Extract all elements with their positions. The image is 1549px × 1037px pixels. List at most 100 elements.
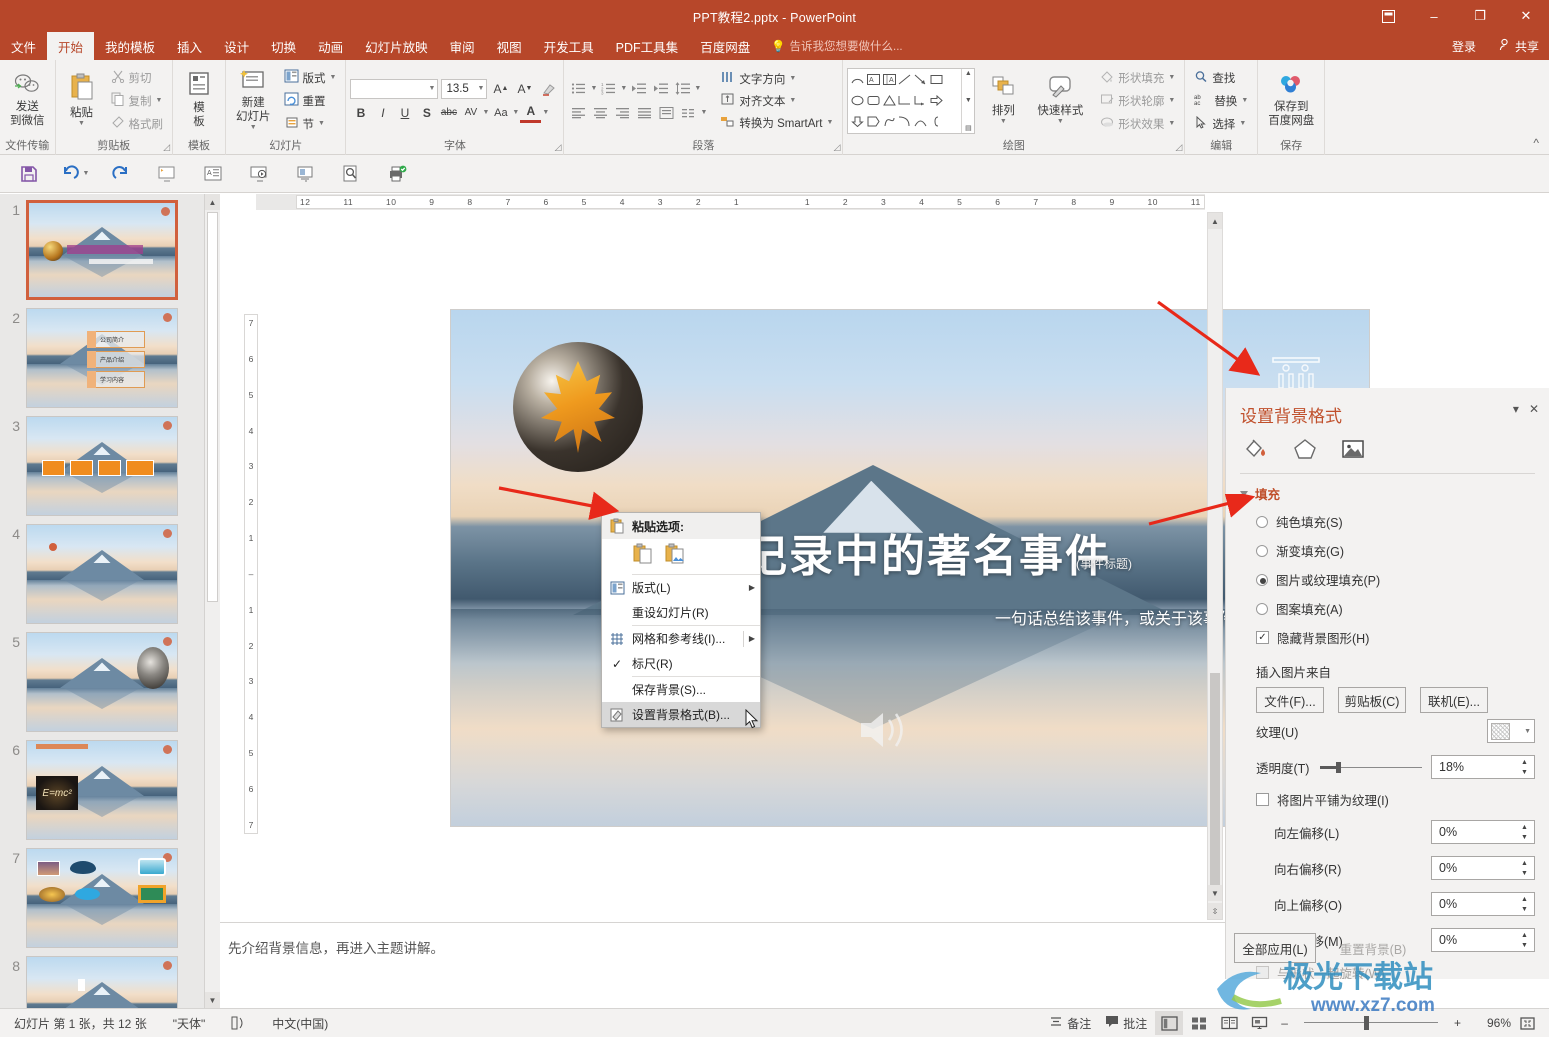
zoom-in-button[interactable]: +: [1448, 1011, 1467, 1035]
send-to-wechat-button[interactable]: 发送 到微信: [4, 71, 51, 130]
slideshow-icon[interactable]: [236, 157, 282, 191]
menu-item-review[interactable]: 审阅: [439, 32, 486, 60]
paste-picture-icon[interactable]: [664, 543, 686, 568]
shape-textbox-icon[interactable]: A: [865, 70, 881, 91]
decrease-font-size-button[interactable]: A ▼: [514, 78, 535, 99]
insert-from-file-button[interactable]: 文件(F)...: [1256, 687, 1324, 713]
fill-option-pattern[interactable]: 图案填充(A): [1226, 594, 1549, 623]
slide-thumbnail-8[interactable]: [26, 956, 178, 1008]
print-preview-icon[interactable]: [328, 157, 374, 191]
share-button[interactable]: 共享: [1492, 38, 1545, 55]
increase-font-size-button[interactable]: A ▲: [490, 78, 511, 99]
accessibility-icon[interactable]: [225, 1011, 252, 1035]
text-direction-dropdown-icon[interactable]: ▼: [789, 75, 796, 82]
radio-pattern-fill[interactable]: [1256, 602, 1268, 615]
copy-dropdown-icon[interactable]: ▼: [156, 97, 163, 104]
align-center-button[interactable]: [590, 102, 611, 123]
undo-dropdown-icon[interactable]: ▼: [83, 170, 90, 177]
slide-thumbnail-7[interactable]: [26, 848, 178, 948]
slide-count-label[interactable]: 幻灯片 第 1 张，共 12 张: [8, 1011, 153, 1035]
shape-freeform-icon[interactable]: [881, 111, 897, 132]
slide-title-tag[interactable]: (事件标题): [1076, 555, 1132, 572]
shape-arrow-icon[interactable]: [913, 70, 929, 91]
editor-scroll-thumb[interactable]: [1210, 673, 1220, 893]
vertical-ruler[interactable]: 7 6 5 4 3 2 1 – 1 2 3 4 5 6 7: [244, 314, 258, 834]
shape-arc2-icon[interactable]: [913, 111, 929, 132]
zoom-slider[interactable]: [1296, 1011, 1446, 1035]
menu-item-animations[interactable]: 动画: [307, 32, 354, 60]
offset-left-spinner[interactable]: 0% ▲ ▼: [1431, 820, 1535, 844]
shape-line-icon[interactable]: [897, 70, 913, 91]
slide-thumbnail-1[interactable]: [26, 200, 178, 300]
maximize-button[interactable]: ❐: [1457, 0, 1503, 32]
radio-solid-fill[interactable]: [1256, 515, 1268, 528]
font-name-dropdown-icon[interactable]: ▼: [429, 85, 436, 92]
thumbnail-scroll-up-icon[interactable]: ▲: [205, 194, 220, 210]
list-item[interactable]: 8: [0, 956, 204, 1008]
find-button[interactable]: 查找: [1189, 67, 1253, 89]
paste-button[interactable]: 粘贴 ▼: [60, 71, 104, 130]
thumbnail-scrollbar[interactable]: ▲ ▼: [204, 194, 220, 1008]
menu-item-baidu-netdisk[interactable]: 百度网盘: [689, 32, 761, 60]
editor-scroll-next-slide-icon[interactable]: ⇳: [1208, 903, 1222, 919]
shape-brace-icon[interactable]: [929, 111, 945, 132]
quick-styles-button[interactable]: 快速样式 ▼: [1031, 73, 1089, 128]
list-item[interactable]: 2 公司简介 产品介绍 学习内容: [0, 308, 204, 408]
quick-styles-dropdown-icon[interactable]: ▼: [1057, 118, 1064, 126]
theme-name-label[interactable]: "天体": [167, 1011, 212, 1035]
notes-pane[interactable]: 先介绍背景信息，再进入主题讲解。: [220, 922, 1225, 1008]
shapes-scroll-up-icon[interactable]: ▲: [965, 70, 972, 77]
collapse-ribbon-button[interactable]: ^: [1533, 136, 1539, 150]
context-menu-item-reset-slide[interactable]: 重设幻灯片(R): [602, 600, 760, 625]
slide-thumbnail-6[interactable]: E=mc²: [26, 740, 178, 840]
spinner-down-icon[interactable]: ▼: [1521, 906, 1528, 913]
offset-top-spinner[interactable]: 0% ▲ ▼: [1431, 892, 1535, 916]
context-menu-item-save-background[interactable]: 保存背景(S)...: [602, 677, 760, 702]
font-dialog-launcher[interactable]: ◿: [555, 142, 562, 153]
char-spacing-dropdown-icon[interactable]: ▼: [482, 109, 489, 116]
close-button[interactable]: ✕: [1503, 0, 1549, 32]
shape-arc-icon[interactable]: [849, 70, 865, 91]
shape-rectangle-icon[interactable]: [929, 70, 945, 91]
editor-scroll-down-icon[interactable]: ▼: [1208, 885, 1222, 901]
shape-rounded-rect-icon[interactable]: [865, 90, 881, 111]
fill-option-picture-texture[interactable]: 图片或纹理填充(P): [1226, 565, 1549, 594]
sign-in-button[interactable]: 登录: [1446, 38, 1482, 55]
reading-view-icon[interactable]: [1215, 1011, 1243, 1035]
zoom-out-button[interactable]: –: [1275, 1011, 1294, 1035]
increase-indent-button[interactable]: [650, 78, 671, 99]
undo-icon[interactable]: ▼: [52, 157, 98, 191]
radio-picture-texture-fill[interactable]: [1256, 573, 1268, 586]
slide-sorter-icon[interactable]: [1185, 1011, 1213, 1035]
horizontal-ruler[interactable]: 12 11 10 9 8 7 6 5 4 3 2 1 1 2 3 4 5 6 7: [256, 194, 1205, 210]
comments-button[interactable]: 批注: [1099, 1011, 1153, 1035]
effects-pentagon-icon[interactable]: [1290, 435, 1320, 463]
editor-vertical-scrollbar[interactable]: ▲ ▼ ⇳: [1207, 212, 1223, 920]
change-case-dropdown-icon[interactable]: ▼: [512, 109, 519, 116]
shape-elbow-arrow-icon[interactable]: [913, 90, 929, 111]
shape-pentagon-icon[interactable]: [865, 111, 881, 132]
arrange-dropdown-icon[interactable]: ▼: [1000, 118, 1007, 126]
audio-speaker-icon[interactable]: [851, 702, 911, 758]
convert-to-smartart-button[interactable]: 转换为 SmartArt ▼: [715, 112, 838, 134]
select-dropdown-icon[interactable]: ▼: [1239, 120, 1246, 127]
shape-elbow-connector-icon[interactable]: [897, 90, 913, 111]
bullets-button[interactable]: [568, 78, 589, 99]
slide-thumbnail-5[interactable]: [26, 632, 178, 732]
underline-button[interactable]: U: [394, 102, 415, 123]
thumbnail-scroll-down-icon[interactable]: ▼: [205, 992, 220, 1008]
text-shadow-button[interactable]: S: [416, 102, 437, 123]
list-item[interactable]: 4: [0, 524, 204, 624]
menu-item-my-templates[interactable]: 我的模板: [94, 32, 166, 60]
context-menu-item-grid-guides[interactable]: 网格和参考线(I)... ▶: [602, 626, 760, 651]
cut-button[interactable]: 剪切: [106, 67, 169, 89]
text-direction-button[interactable]: 文字方向 ▼: [715, 68, 838, 90]
menu-item-slideshow[interactable]: 幻灯片放映: [354, 32, 439, 60]
reset-button[interactable]: 重置: [279, 90, 342, 112]
line-spacing-dropdown-icon[interactable]: ▼: [694, 85, 701, 92]
section-button[interactable]: 节 ▼: [279, 113, 342, 135]
select-button[interactable]: 选择 ▼: [1189, 113, 1253, 135]
font-size-input[interactable]: 13.5 ▼: [441, 78, 488, 99]
shapes-more-icon[interactable]: ▤: [965, 124, 972, 132]
menu-item-view[interactable]: 视图: [486, 32, 533, 60]
